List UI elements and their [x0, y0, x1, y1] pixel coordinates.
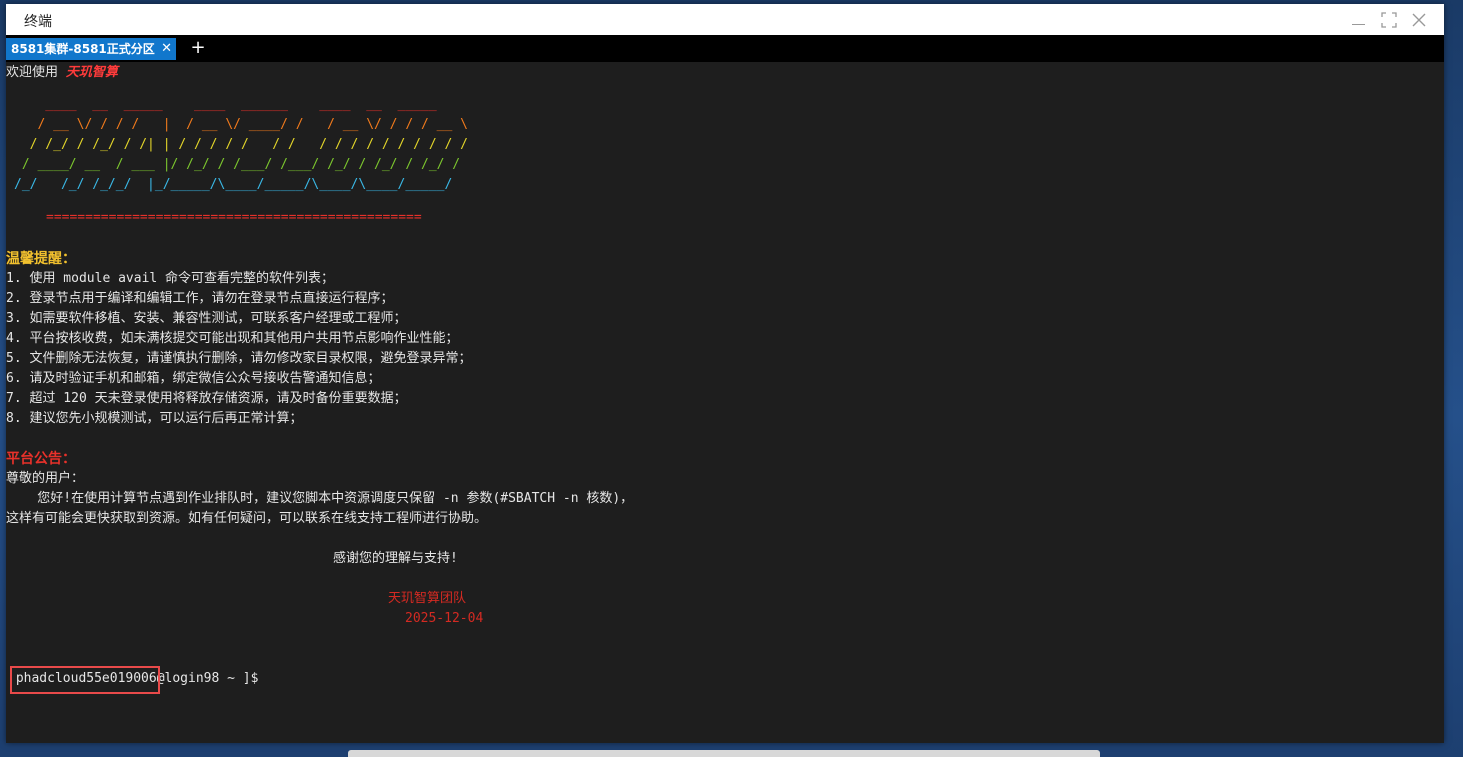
tip-item: 7. 超过 120 天未登录使用将释放存储资源，请及时备份重要数据； — [6, 391, 407, 406]
maximize-icon — [1381, 12, 1397, 28]
thanks-line: 感谢您的理解与支持! — [333, 551, 458, 566]
notice-date: 2025-12-04 — [405, 611, 484, 626]
terminal-output[interactable]: 欢迎使用 天玑智算 ____ __ _____ ____ ______ ____… — [6, 62, 1444, 743]
tip-item: 4. 平台按核收费，如未满核提交可能出现和其他用户共用节点影响作业性能； — [6, 331, 459, 346]
tips-heading: 温馨提醒： — [6, 251, 76, 267]
horizontal-scrollbar[interactable] — [348, 750, 1100, 757]
ascii-art-line: / __ \/ / / / | / __ \/ ____/ / / __ \/ … — [14, 117, 468, 132]
ascii-art-line: /_/ /_/ /_/_/ |_/_____/\____/_____/\____… — [14, 177, 453, 192]
notice-body-line: 您好!在使用计算节点遇到作业排队时，建议您脚本中资源调度只保留 -n 参数(#S… — [6, 491, 634, 506]
ascii-art-line: ____ __ _____ ____ ______ ____ __ _____ — [14, 97, 437, 112]
minimize-button[interactable] — [1348, 9, 1370, 31]
tab-bar: 8581集群-8581正式分区 ✕ + — [6, 35, 1444, 62]
tip-item: 8. 建议您先小规模测试，可以运行后再正常计算； — [6, 411, 303, 426]
tip-item: 5. 文件删除无法恢复，请谨慎执行删除，请勿修改家目录权限，避免登录异常； — [6, 351, 472, 366]
add-tab-button[interactable]: + — [188, 37, 208, 59]
title-bar: 终端 — [6, 4, 1444, 35]
welcome-text: 欢迎使用 — [6, 65, 66, 80]
tip-item: 1. 使用 module avail 命令可查看完整的软件列表； — [6, 271, 335, 286]
notice-greeting: 尊敬的用户： — [6, 471, 85, 486]
separator-line: ========================================… — [46, 210, 422, 225]
tip-item: 3. 如需要软件移植、安装、兼容性测试，可联系客户经理或工程师； — [6, 311, 407, 326]
maximize-button[interactable] — [1378, 9, 1400, 31]
close-icon — [1412, 13, 1426, 27]
notice-heading: 平台公告： — [6, 451, 76, 467]
brand-name: 天玑智算 — [65, 65, 118, 80]
window-title: 终端 — [24, 14, 52, 30]
username-highlight-box — [10, 666, 160, 694]
minimize-icon — [1352, 24, 1365, 25]
close-button[interactable] — [1408, 9, 1430, 31]
notice-body-line: 这样有可能会更快获取到资源。如有任何疑问，可以联系在线支持工程师进行协助。 — [6, 511, 488, 526]
tip-item: 6. 请及时验证手机和邮箱，绑定微信公众号接收告警通知信息； — [6, 371, 381, 386]
welcome-line: 欢迎使用 天玑智算 — [6, 63, 118, 83]
ascii-art-line: / /_/ / /_/ / /| | / / / / / / / / / / /… — [14, 137, 468, 152]
terminal-window: 终端 8581集群-8581正式分区 ✕ + 欢迎使用 天玑智算 ____ __… — [6, 4, 1444, 743]
team-signature: 天玑智算团队 — [388, 591, 467, 606]
tab-cluster-session[interactable]: 8581集群-8581正式分区 ✕ — [6, 38, 176, 60]
ascii-art-line: / ____/ __ / ___ |/ /_/ / /___/ /___/ /_… — [14, 157, 461, 172]
tab-close-icon[interactable]: ✕ — [161, 38, 172, 60]
tab-label: 8581集群-8581正式分区 — [11, 42, 155, 56]
tip-item: 2. 登录节点用于编译和编辑工作，请勿在登录节点直接运行程序； — [6, 291, 394, 306]
